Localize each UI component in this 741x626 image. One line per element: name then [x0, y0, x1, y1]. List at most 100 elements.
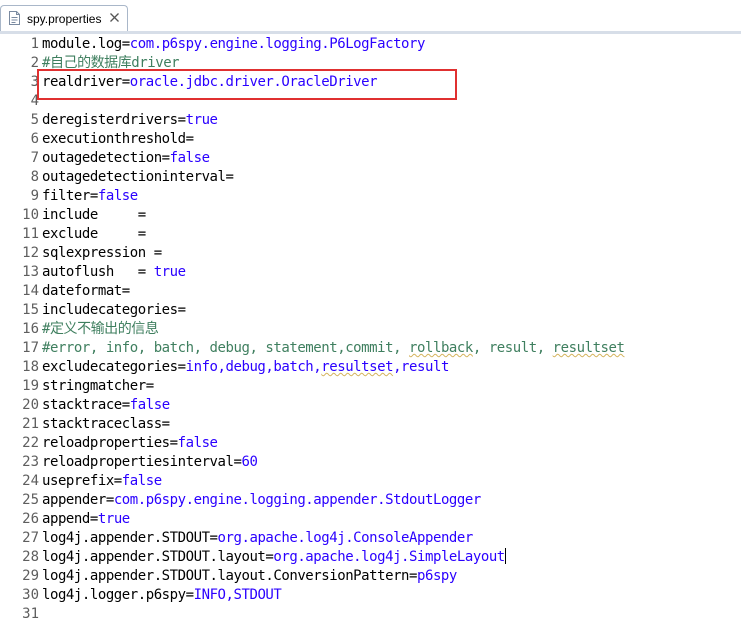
code-line[interactable]: 28 log4j.appender.STDOUT.layout=org.apach…	[0, 548, 741, 567]
properties-file-icon	[9, 11, 20, 25]
code-line[interactable]: 30 log4j.logger.p6spy=INFO,STDOUT	[0, 586, 741, 605]
line-code: stacktrace=false	[42, 396, 170, 415]
code-line[interactable]: 9 filter=false	[0, 187, 741, 206]
code-token: rollback	[409, 340, 473, 356]
line-number: 27	[22, 530, 39, 546]
code-line[interactable]: 26 append=true	[0, 510, 741, 529]
code-token: dateformat=	[42, 283, 130, 299]
code-line[interactable]: 24 useprefix=false	[0, 472, 741, 491]
line-number: 12	[22, 245, 39, 261]
code-line[interactable]: 29 log4j.appender.STDOUT.layout.Conversio…	[0, 567, 741, 586]
code-token: reloadproperties=	[42, 435, 178, 451]
line-number: 13	[22, 264, 39, 280]
code-line[interactable]: 27 log4j.appender.STDOUT=org.apache.log4j…	[0, 529, 741, 548]
code-token: false	[121, 473, 162, 489]
code-line[interactable]: 21 stacktraceclass=	[0, 415, 741, 434]
code-line[interactable]: 16 #定义不输出的信息	[0, 320, 741, 339]
line-code: filter=false	[42, 187, 138, 206]
code-line[interactable]: 5 deregisterdrivers=true	[0, 111, 741, 130]
line-number: 30	[22, 587, 39, 603]
code-token: resultset	[321, 359, 394, 375]
code-token: #定义不输出的信息	[42, 321, 159, 337]
line-number: 15	[22, 302, 39, 318]
line-number: 10	[22, 207, 39, 223]
code-token: stringmatcher=	[42, 378, 154, 394]
code-token: log4j.logger.p6spy=	[42, 587, 194, 603]
code-token: INFO,STDOUT	[193, 587, 282, 603]
code-line[interactable]: 19 stringmatcher=	[0, 377, 741, 396]
code-line[interactable]: 6 executionthreshold=	[0, 130, 741, 149]
code-line[interactable]: 22 reloadproperties=false	[0, 434, 741, 453]
code-line[interactable]: 23 reloadpropertiesinterval=60	[0, 453, 741, 472]
code-token: org.apache.log4j.ConsoleAppender	[217, 530, 474, 546]
code-token: excludecategories=	[42, 359, 186, 375]
line-code: exclude =	[42, 225, 146, 244]
line-number: 19	[22, 378, 39, 394]
line-number: 7	[30, 150, 39, 166]
code-line[interactable]: 18 excludecategories=info,debug,batch,res…	[0, 358, 741, 377]
code-line[interactable]: 31	[0, 605, 741, 624]
code-line[interactable]: 12 sqlexpression =	[0, 244, 741, 263]
line-number: 22	[22, 435, 39, 451]
line-code: useprefix=false	[42, 472, 162, 491]
editor-tab-bar: spy.properties	[0, 0, 741, 34]
code-line[interactable]: 1 module.log=com.p6spy.engine.logging.P6L…	[0, 35, 741, 54]
line-number: 25	[22, 492, 39, 508]
line-number: 6	[30, 131, 39, 147]
code-token: log4j.appender.STDOUT.layout.ConversionP…	[42, 568, 417, 584]
code-line[interactable]: 20 stacktrace=false	[0, 396, 741, 415]
line-number: 16	[22, 321, 39, 337]
line-code: outagedetectioninterval=	[42, 168, 234, 187]
tab-spy-properties[interactable]: spy.properties	[0, 5, 128, 31]
line-code: #定义不输出的信息	[42, 320, 159, 339]
code-line[interactable]: 25 appender=com.p6spy.engine.logging.appe…	[0, 491, 741, 510]
close-icon[interactable]	[109, 12, 120, 23]
code-token: com.p6spy.engine.logging.appender.Stdout…	[113, 492, 481, 508]
code-token: org.apache.log4j.SimpleLayout	[273, 549, 505, 565]
code-token: true	[185, 112, 218, 128]
line-number: 8	[30, 169, 39, 185]
line-number: 1	[30, 36, 39, 52]
line-code: dateformat=	[42, 282, 130, 301]
code-token: autoflush =	[42, 264, 154, 280]
line-number: 21	[22, 416, 39, 432]
code-token: includecategories=	[42, 302, 186, 318]
line-number: 11	[22, 226, 39, 242]
code-line[interactable]: 14 dateformat=	[0, 282, 741, 301]
code-token: include =	[42, 207, 146, 223]
code-token: 60	[241, 454, 258, 470]
tab-label: spy.properties	[27, 12, 102, 26]
code-line[interactable]: 17 #error, info, batch, debug, statement,…	[0, 339, 741, 358]
code-token: stacktraceclass=	[42, 416, 170, 432]
code-line[interactable]: 8 outagedetectioninterval=	[0, 168, 741, 187]
line-code: include =	[42, 206, 146, 225]
code-line[interactable]: 15 includecategories=	[0, 301, 741, 320]
code-line[interactable]: 10 include =	[0, 206, 741, 225]
code-token: useprefix=	[42, 473, 122, 489]
code-token: false	[169, 150, 210, 166]
code-line[interactable]: 13 autoflush = true	[0, 263, 741, 282]
code-token: deregisterdrivers=	[42, 112, 186, 128]
line-code: #error, info, batch, debug, statement,co…	[42, 339, 625, 358]
code-token: stacktrace=	[42, 397, 130, 413]
code-token: exclude =	[42, 226, 146, 242]
code-line[interactable]: 7 outagedetection=false	[0, 149, 741, 168]
line-code: excludecategories=info,debug,batch,resul…	[42, 358, 449, 377]
line-number: 18	[22, 359, 39, 375]
code-token: false	[177, 435, 218, 451]
code-line[interactable]: 11 exclude =	[0, 225, 741, 244]
code-token: outagedetectioninterval=	[42, 169, 234, 185]
line-number: 2	[30, 55, 39, 71]
code-token: ,result	[393, 359, 449, 375]
code-token: executionthreshold=	[42, 131, 194, 147]
highlight-box	[37, 69, 457, 100]
line-code: appender=com.p6spy.engine.logging.append…	[42, 491, 481, 510]
code-editor[interactable]: 1 module.log=com.p6spy.engine.logging.P6L…	[0, 34, 741, 626]
code-token: log4j.appender.STDOUT.layout=	[42, 549, 274, 565]
code-token: append=	[42, 511, 98, 527]
line-number: 23	[22, 454, 39, 470]
code-token: com.p6spy.engine.logging.P6LogFactory	[129, 36, 426, 52]
code-token: false	[97, 188, 138, 204]
code-token: outagedetection=	[42, 150, 170, 166]
code-token: true	[153, 264, 186, 280]
